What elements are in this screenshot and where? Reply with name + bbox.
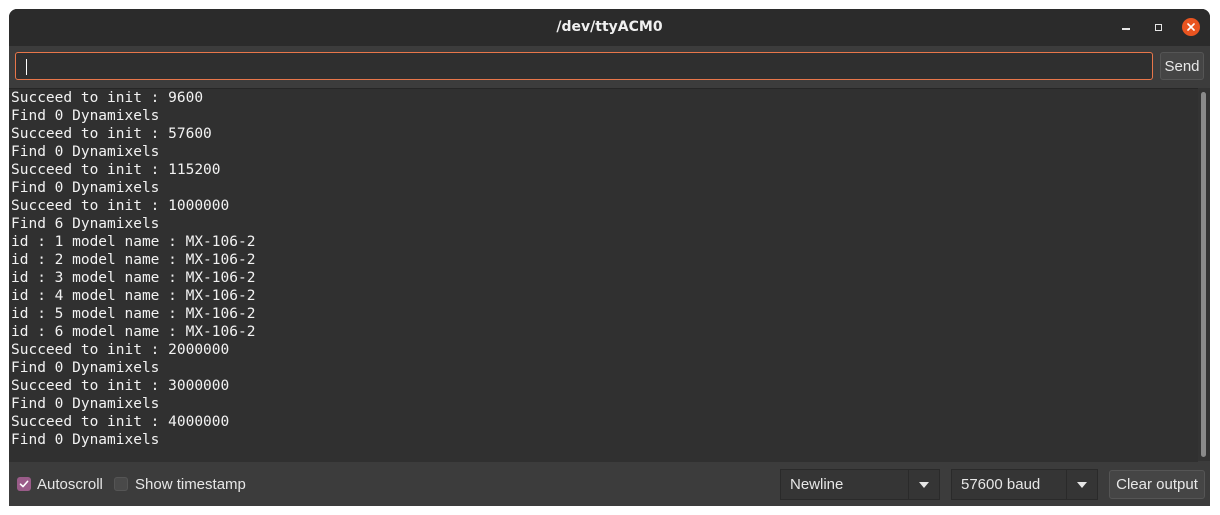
output-line: id : 2 model name : MX-106-2 xyxy=(11,252,256,268)
output-line: Succeed to init : 3000000 xyxy=(11,378,230,394)
line-ending-value: Newline xyxy=(790,476,844,493)
minimize-icon xyxy=(1122,28,1130,30)
autoscroll-checkbox[interactable] xyxy=(17,477,31,491)
output-line: Succeed to init : 2000000 xyxy=(11,342,230,358)
output-line: Find 0 Dynamixels xyxy=(11,396,160,412)
output-line: Succeed to init : 1000000 xyxy=(11,198,230,214)
footer-bar: Autoscroll Show timestamp Newline 57600 … xyxy=(9,464,1210,506)
close-icon xyxy=(1182,18,1200,36)
title-bar: /dev/ttyACM0 xyxy=(9,9,1210,46)
chevron-down-icon[interactable] xyxy=(1066,470,1097,499)
checkmark-icon xyxy=(19,480,29,488)
output-line: Find 0 Dynamixels xyxy=(11,432,160,448)
send-row: Send xyxy=(9,49,1210,85)
output-line: id : 6 model name : MX-106-2 xyxy=(11,324,256,340)
baud-rate-select[interactable]: 57600 baud xyxy=(951,469,1098,500)
output-scrollbar[interactable] xyxy=(1198,88,1210,461)
output-line: Find 0 Dynamixels xyxy=(11,180,160,196)
serial-monitor-window: /dev/ttyACM0 Send Succeed to init : 9600… xyxy=(9,9,1210,506)
send-button[interactable]: Send xyxy=(1160,52,1204,80)
output-line: id : 1 model name : MX-106-2 xyxy=(11,234,256,250)
window-title: /dev/ttyACM0 xyxy=(556,19,663,35)
output-line: Succeed to init : 9600 xyxy=(11,90,204,106)
show-timestamp-checkbox[interactable] xyxy=(114,477,128,491)
output-line: Find 0 Dynamixels xyxy=(11,360,160,376)
output-line: id : 3 model name : MX-106-2 xyxy=(11,270,256,286)
serial-input[interactable] xyxy=(15,52,1153,80)
maximize-button[interactable] xyxy=(1148,17,1168,37)
output-line: Find 0 Dynamixels xyxy=(11,108,160,124)
output-line: id : 4 model name : MX-106-2 xyxy=(11,288,256,304)
baud-rate-value: 57600 baud xyxy=(961,476,1041,493)
text-caret xyxy=(26,59,27,75)
maximize-icon xyxy=(1154,23,1162,31)
output-line: Succeed to init : 57600 xyxy=(11,126,212,142)
clear-output-button[interactable]: Clear output xyxy=(1109,470,1205,499)
output-line: Find 6 Dynamixels xyxy=(11,216,160,232)
show-timestamp-label[interactable]: Show timestamp xyxy=(135,476,246,494)
close-button[interactable] xyxy=(1181,17,1201,37)
serial-output[interactable]: Succeed to init : 9600 Find 0 Dynamixels S… xyxy=(9,88,1198,462)
output-line: Find 0 Dynamixels xyxy=(11,144,160,160)
scrollbar-thumb[interactable] xyxy=(1201,92,1206,457)
output-lines: Succeed to init : 9600 Find 0 Dynamixels S… xyxy=(9,89,1198,449)
line-ending-select[interactable]: Newline xyxy=(780,469,940,500)
output-line: id : 5 model name : MX-106-2 xyxy=(11,306,256,322)
autoscroll-label[interactable]: Autoscroll xyxy=(37,476,103,494)
output-line: Succeed to init : 4000000 xyxy=(11,414,230,430)
chevron-down-icon[interactable] xyxy=(908,470,939,499)
output-line: Succeed to init : 115200 xyxy=(11,162,221,178)
minimize-button[interactable] xyxy=(1116,17,1136,37)
